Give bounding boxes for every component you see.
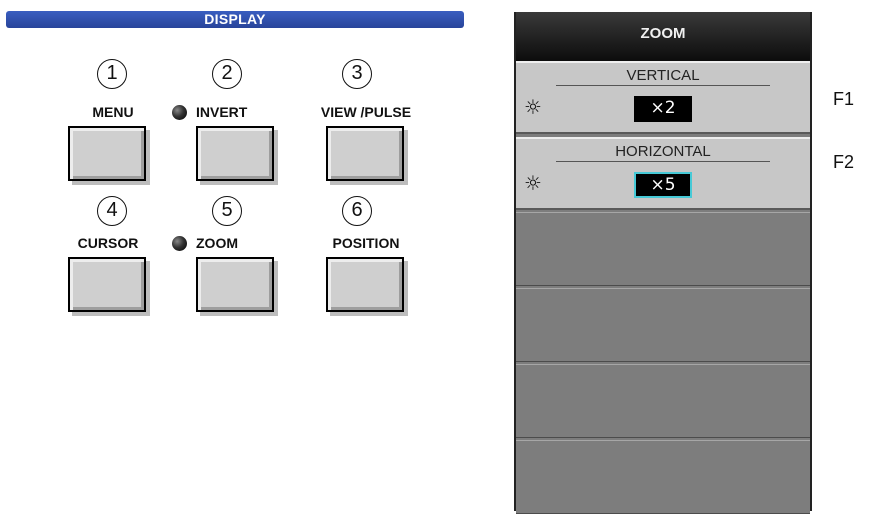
view-pulse-label: VIEW /PULSE xyxy=(320,104,412,120)
softkey-horizontal[interactable]: HORIZONTAL ☼ ×5 xyxy=(516,137,810,210)
softkey-empty-6[interactable] xyxy=(516,440,810,514)
softkey-vertical[interactable]: VERTICAL ☼ ×2 xyxy=(516,61,810,134)
position-button[interactable] xyxy=(326,257,404,312)
menu-label: MENU xyxy=(92,104,134,120)
panel-title: DISPLAY xyxy=(6,11,464,28)
button-number-3: 3 xyxy=(342,59,372,89)
softkey-empty-5[interactable] xyxy=(516,364,810,438)
view-pulse-button[interactable] xyxy=(326,126,404,181)
horizontal-zoom-value: ×5 xyxy=(634,172,692,198)
f1-label: F1 xyxy=(833,89,855,109)
zoom-menu-screen: ZOOM VERTICAL ☼ ×2 HORIZONTAL ☼ ×5 xyxy=(514,12,812,514)
invert-button[interactable] xyxy=(196,126,274,181)
knob-icon: ☼ xyxy=(524,95,542,119)
softkey-empty-3[interactable] xyxy=(516,212,810,286)
menu-title: ZOOM xyxy=(516,12,810,61)
menu-button[interactable] xyxy=(68,126,146,181)
softkey-horizontal-title: HORIZONTAL xyxy=(556,143,770,162)
button-number-5: 5 xyxy=(212,196,242,226)
button-number-4: 4 xyxy=(97,196,127,226)
cursor-button[interactable] xyxy=(68,257,146,312)
zoom-button[interactable] xyxy=(196,257,274,312)
button-number-6: 6 xyxy=(342,196,372,226)
button-number-1: 1 xyxy=(97,59,127,89)
invert-label: INVERT xyxy=(196,104,248,120)
position-label: POSITION xyxy=(332,235,400,251)
knob-icon: ☼ xyxy=(524,171,542,195)
f2-label: F2 xyxy=(833,152,855,172)
vertical-zoom-value: ×2 xyxy=(634,96,692,122)
button-number-2: 2 xyxy=(212,59,242,89)
zoom-label: ZOOM xyxy=(196,235,238,251)
invert-led-indicator xyxy=(172,105,187,120)
softkey-empty-4[interactable] xyxy=(516,288,810,362)
softkey-vertical-title: VERTICAL xyxy=(556,67,770,86)
zoom-led-indicator xyxy=(172,236,187,251)
cursor-label: CURSOR xyxy=(77,235,139,251)
